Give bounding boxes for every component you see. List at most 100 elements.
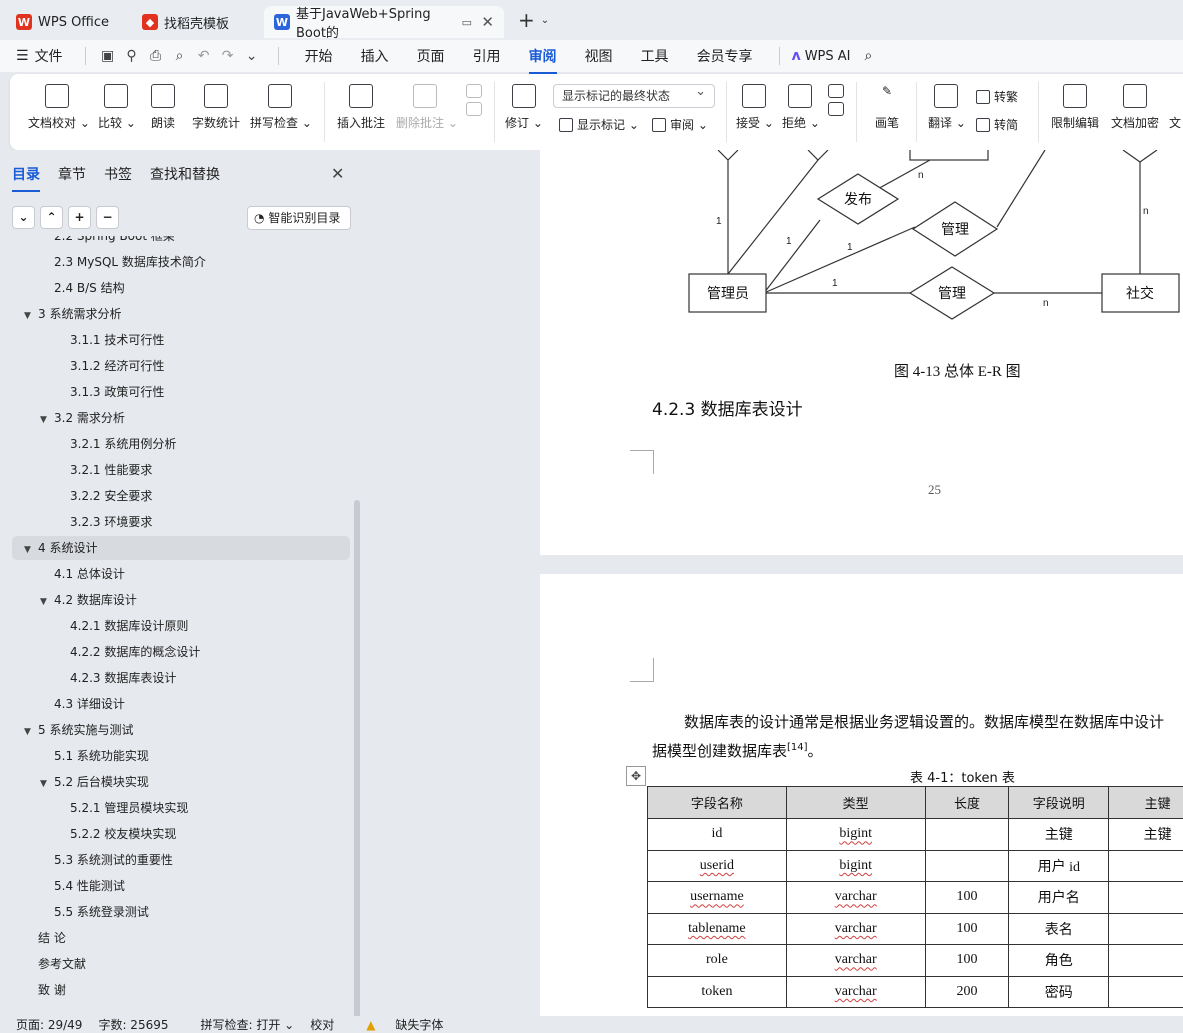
menu-home[interactable]: 开始 (291, 46, 347, 66)
translate-button[interactable]: 翻译 ⌄ (928, 84, 966, 131)
toc-item[interactable]: 2.2 Spring Boot 框架 (40, 236, 175, 248)
chevron-up-icon[interactable]: ⌃ (40, 206, 63, 229)
remove-icon[interactable]: − (96, 206, 119, 229)
toc-item[interactable]: 2.4 B/S 结构 (40, 276, 125, 300)
toc-item[interactable]: ▼ 5 系统实施与测试 (24, 718, 133, 742)
toc-item[interactable]: 结 论 (24, 926, 66, 950)
tab-bookmarks[interactable]: 书签 (104, 164, 132, 192)
add-icon[interactable]: + (68, 206, 91, 229)
toc-item[interactable]: 3.2.1 系统用例分析 (56, 432, 176, 456)
toc-item[interactable]: 5.2.1 管理员模块实现 (56, 796, 188, 820)
expand-arrow-icon[interactable]: ▼ (24, 538, 38, 562)
wps-ai-button[interactable]: WPS AI (805, 49, 851, 64)
expand-arrow-icon[interactable]: ▼ (24, 720, 38, 744)
tab-chapters[interactable]: 章节 (58, 164, 86, 192)
toc-item[interactable]: 3.1.3 政策可行性 (56, 380, 164, 404)
toc-item[interactable]: 4.3 详细设计 (40, 692, 125, 716)
smart-toc-button[interactable]: ◔ 智能识别目录 (247, 206, 351, 230)
close-tab-icon[interactable]: ✕ (481, 13, 494, 31)
expand-arrow-icon[interactable]: ▼ (24, 304, 38, 328)
toc-item[interactable]: 3.2.1 性能要求 (56, 458, 152, 482)
search-icon[interactable]: ⌕ (865, 48, 873, 64)
toc-item[interactable]: 4.2.3 数据库表设计 (56, 666, 176, 690)
print-icon[interactable]: ⎙ (146, 48, 166, 64)
redo-icon[interactable]: ↷ (218, 48, 238, 64)
undo-icon[interactable]: ↶ (194, 48, 214, 64)
toc-item[interactable]: 5.3 系统测试的重要性 (40, 848, 173, 872)
toc-item[interactable]: 3.2.2 安全要求 (56, 484, 152, 508)
collapse-down-icon[interactable]: ⌄ (12, 206, 35, 229)
track-changes-button[interactable]: 修订 ⌄ (504, 84, 544, 131)
toc-item[interactable]: 4.2.1 数据库设计原则 (56, 614, 188, 638)
to-traditional-button[interactable]: 转繁 (976, 88, 1018, 105)
markup-state-select[interactable]: 显示标记的最终状态 (553, 81, 715, 108)
show-markup-button[interactable]: 显示标记 ⌄ (559, 116, 639, 133)
toc-item[interactable]: 3.1.1 技术可行性 (56, 328, 164, 352)
toc-item[interactable]: ▼ 3 系统需求分析 (24, 302, 121, 326)
encrypt-button[interactable]: 文档加密 (1110, 84, 1160, 131)
menu-view[interactable]: 视图 (571, 46, 627, 66)
reject-button[interactable]: 拒绝 ⌄ (782, 84, 820, 131)
read-aloud-button[interactable]: 朗读 (148, 84, 178, 131)
toc-item[interactable]: 5.4 性能测试 (40, 874, 125, 898)
share-icon[interactable]: ⚲ (122, 48, 142, 64)
toc-item[interactable]: 5.5 系统登录测试 (40, 900, 149, 924)
delete-comment-button[interactable]: 删除批注 ⌄ (396, 84, 458, 131)
menu-insert[interactable]: 插入 (347, 46, 403, 66)
tab-template[interactable]: ◆ 找稻壳模板 (132, 6, 256, 38)
toc-item[interactable]: ▼ 3.2 需求分析 (40, 406, 125, 430)
missing-font-indicator[interactable]: ▲ 缺失字体 (350, 1016, 443, 1033)
chevron-down-icon[interactable]: ⌄ (541, 15, 549, 26)
save-icon[interactable]: ▣ (98, 48, 118, 64)
toc-item[interactable]: 4.2.2 数据库的概念设计 (56, 640, 200, 664)
toc-item[interactable]: ▼ 4.2 数据库设计 (40, 588, 137, 612)
tab-find-replace[interactable]: 查找和替换 (150, 164, 220, 192)
tab-wps-office[interactable]: W WPS Office (6, 6, 124, 38)
page-indicator[interactable]: 页面: 29/49 (16, 1016, 82, 1033)
toc-item[interactable]: 4.1 总体设计 (40, 562, 125, 586)
insert-comment-button[interactable]: 插入批注 (336, 84, 386, 131)
toc-item[interactable]: 5.2.2 校友模块实现 (56, 822, 176, 846)
toc-item[interactable]: 3.2.3 环境要求 (56, 510, 152, 534)
toc-item[interactable]: 2.3 MySQL 数据库技术简介 (40, 250, 206, 274)
toc-item[interactable]: 3.1.2 经济可行性 (56, 354, 164, 378)
print-preview-icon[interactable]: ⌕ (170, 48, 190, 64)
more-ribbon-button[interactable]: 文 (1168, 84, 1182, 131)
more-icon[interactable]: ⌄ (242, 48, 262, 64)
review-pane-button[interactable]: 审阅 ⌄ (652, 116, 708, 133)
tab-document[interactable]: W 基于JavaWeb+Spring Boot的 ▭ ✕ (264, 6, 504, 41)
new-tab-icon[interactable]: + (518, 8, 535, 32)
toc-item[interactable]: ▼ 5.2 后台模块实现 (40, 770, 149, 794)
prev-change-button[interactable] (826, 84, 846, 122)
file-menu[interactable]: 文件 (35, 46, 63, 66)
table-move-icon[interactable]: ✥ (626, 766, 646, 786)
menu-review[interactable]: 审阅 (515, 46, 571, 74)
menu-member[interactable]: 会员专享 (683, 46, 767, 66)
close-panel-icon[interactable]: ✕ (331, 164, 344, 183)
toc-item[interactable]: 5.1 系统功能实现 (40, 744, 149, 768)
word-count-button[interactable]: 字数统计 (190, 84, 242, 131)
to-simplified-button[interactable]: 转简 (976, 116, 1018, 133)
word-count-indicator[interactable]: 字数: 25695 (98, 1016, 168, 1033)
menu-page[interactable]: 页面 (403, 46, 459, 66)
restrict-editing-button[interactable]: 限制编辑 (1050, 84, 1100, 131)
hamburger-icon[interactable]: ☰ (16, 48, 29, 64)
toc-scrollbar[interactable] (354, 500, 360, 1020)
menu-references[interactable]: 引用 (459, 46, 515, 66)
compare-button[interactable]: 比较 ⌄ (98, 84, 136, 131)
expand-arrow-icon[interactable]: ▼ (40, 590, 54, 614)
proof-indicator[interactable]: 校对 (310, 1016, 334, 1033)
spell-check-button[interactable]: 拼写检查 ⌄ (250, 84, 312, 131)
prev-comment-button[interactable] (464, 84, 484, 122)
pen-button[interactable]: ✎ 画笔 (872, 84, 902, 131)
expand-arrow-icon[interactable]: ▼ (40, 772, 54, 796)
spell-check-indicator[interactable]: 拼写检查: 打开 ⌄ (185, 1016, 295, 1033)
monitor-icon[interactable]: ▭ (462, 16, 472, 29)
menu-tools[interactable]: 工具 (627, 46, 683, 66)
toc-item[interactable]: ▼ 4 系统设计 (12, 536, 350, 560)
proof-button[interactable]: 文档校对 ⌄ (28, 84, 90, 131)
accept-button[interactable]: 接受 ⌄ (736, 84, 774, 131)
expand-arrow-icon[interactable]: ▼ (40, 408, 54, 432)
toc-item[interactable]: 致 谢 (24, 978, 66, 1002)
toc-item[interactable]: 参考文献 (24, 952, 86, 976)
